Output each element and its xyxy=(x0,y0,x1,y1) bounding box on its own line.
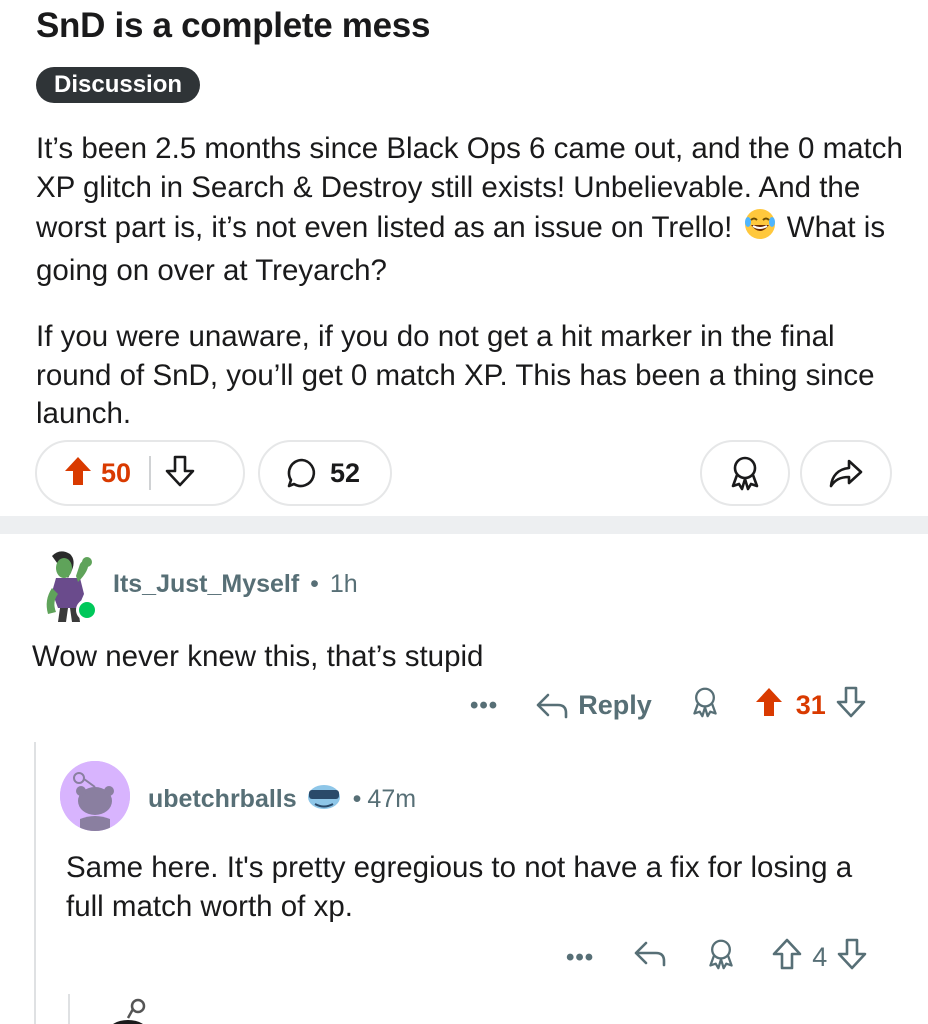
reply-button[interactable]: Reply xyxy=(536,690,652,721)
comment-time: 47m xyxy=(367,785,417,813)
avatar[interactable] xyxy=(60,761,130,831)
award-icon[interactable] xyxy=(706,938,736,977)
comments-button[interactable]: 52 xyxy=(258,440,392,506)
award-button[interactable] xyxy=(700,440,790,506)
share-icon xyxy=(829,459,863,488)
comment-time: 1h xyxy=(329,570,358,598)
comment-meta: ubetchrballs • 47m xyxy=(148,781,416,818)
reply-icon xyxy=(536,693,568,718)
award-icon xyxy=(731,456,759,491)
comment-meta: Its_Just_Myself • 1h xyxy=(113,570,358,599)
post-paragraph-1: It’s been 2.5 months since Black Ops 6 c… xyxy=(36,130,906,290)
comment-body: Wow never knew this, that’s stupid xyxy=(32,640,484,673)
upvote-icon[interactable] xyxy=(772,938,802,977)
more-icon[interactable]: ••• xyxy=(566,944,594,972)
comment-vote-count: 31 xyxy=(795,690,826,720)
comment-count: 52 xyxy=(330,457,361,488)
vote-separator xyxy=(149,456,152,490)
upvote-count: 50 xyxy=(101,457,132,488)
thread-line[interactable] xyxy=(68,994,70,1024)
upvote-icon[interactable] xyxy=(63,455,93,492)
comment-actions: ••• 4 xyxy=(566,938,867,977)
downvote-icon[interactable] xyxy=(165,455,195,492)
meta-separator: • xyxy=(310,570,319,598)
post-title: SnD is a complete mess xyxy=(36,6,431,45)
section-divider xyxy=(0,516,928,534)
vote-control: 50 xyxy=(35,440,245,506)
comment-vote-count: 4 xyxy=(812,942,828,972)
sunglasses-badge-icon xyxy=(305,781,343,818)
post-body: It’s been 2.5 months since Black Ops 6 c… xyxy=(36,130,906,434)
reply-label: Reply xyxy=(578,690,652,720)
comment-actions: ••• Reply 31 xyxy=(470,686,866,725)
award-icon[interactable] xyxy=(690,686,720,725)
avatar[interactable] xyxy=(100,996,160,1024)
comment-body: Same here. It's pretty egregious to not … xyxy=(66,851,853,923)
more-icon[interactable]: ••• xyxy=(470,692,498,720)
comment-icon xyxy=(287,458,316,488)
downvote-icon[interactable] xyxy=(837,938,867,977)
flair-badge[interactable]: Discussion xyxy=(36,67,201,103)
laughing-emoji xyxy=(743,207,777,252)
thread-line[interactable] xyxy=(34,742,36,1024)
online-status-indicator xyxy=(76,599,98,621)
reply-icon[interactable] xyxy=(634,941,666,974)
downvote-icon[interactable] xyxy=(836,686,866,725)
comment-username[interactable]: Its_Just_Myself xyxy=(113,570,299,598)
post-paragraph-2: If you were unaware, if you do not get a… xyxy=(36,320,875,430)
comment-username[interactable]: ubetchrballs xyxy=(148,785,297,814)
meta-separator: • xyxy=(352,785,362,813)
upvote-icon[interactable] xyxy=(754,686,784,725)
share-button[interactable] xyxy=(800,440,892,506)
